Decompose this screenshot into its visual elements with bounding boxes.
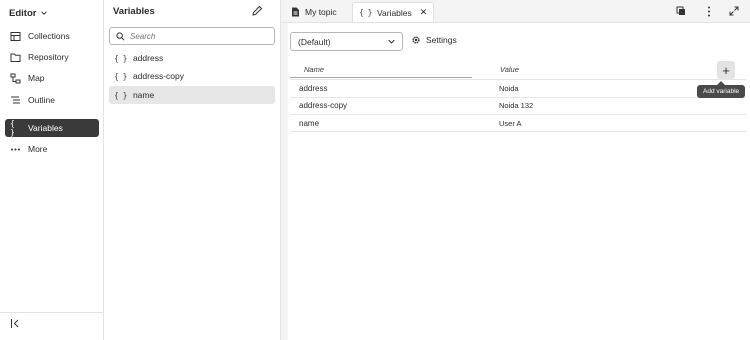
chevron-down-icon [41,11,48,15]
expand-icon[interactable] [727,4,741,18]
column-header-name[interactable]: Name [304,65,324,74]
variable-list-item-selected[interactable]: { } name [109,86,275,104]
select-value: (Default) [298,36,331,47]
more-options-icon[interactable] [702,4,716,18]
left-navigation: Editor Collections Repository Map Outlin… [0,0,104,340]
search-box[interactable] [109,27,275,45]
panel-title: Variables [113,6,155,17]
plus-icon: + [722,62,730,78]
map-icon [10,73,21,84]
settings-button[interactable]: Settings [411,35,457,45]
editor-area: My topic { } Variables ✕ (Default) Setti… [281,0,750,340]
settings-label: Settings [426,35,457,45]
cell-value: Noida 132 [499,101,534,110]
tab-variables[interactable]: { } Variables ✕ [352,2,435,22]
cell-value: User A [499,119,522,128]
add-variable-tooltip: Add variable [697,81,746,98]
tab-bar: My topic { } Variables ✕ [281,0,750,23]
column-header-value[interactable]: Value [500,65,519,74]
nav-item-map[interactable]: Map [5,69,99,87]
tab-label: Variables [376,7,412,18]
variable-list-item[interactable]: { } address [109,49,275,67]
close-icon[interactable]: ✕ [420,7,428,18]
tab-my-topic[interactable]: My topic [285,2,343,22]
nav-item-collections[interactable]: Collections [5,27,99,45]
document-icon [292,7,299,17]
search-input[interactable] [130,31,260,41]
variables-panel: Variables { } address { } address-copy {… [104,0,281,340]
divider [290,131,746,132]
variable-name: name [132,90,155,100]
split-view-icon[interactable] [674,4,688,18]
editor-dropdown[interactable]: Editor [9,6,48,20]
variable-name: address [132,53,164,63]
braces-icon: { } [114,53,127,63]
table-row[interactable]: address Noida [290,80,746,97]
editor-label: Editor [9,7,37,19]
repository-icon [10,52,21,63]
cell-name: address [299,84,328,93]
variable-name: address-copy [132,71,184,81]
more-icon [10,144,21,155]
braces-icon: { } [114,71,127,81]
edit-pencil-icon[interactable] [251,5,263,17]
nav-item-outline[interactable]: Outline [5,91,99,109]
nav-label: Collections [28,31,70,41]
chevron-down-icon [388,39,395,44]
nav-item-repository[interactable]: Repository [5,48,99,66]
divider [0,312,103,313]
add-variable-button[interactable]: + [717,61,735,79]
variable-list-item[interactable]: { } address-copy [109,67,275,85]
variables-icon: { } [10,119,15,137]
nav-label: More [28,144,48,154]
nav-label: Map [28,73,45,83]
nav-item-variables[interactable]: { } Variables [5,119,99,137]
search-icon [116,31,125,40]
cell-name: name [299,119,320,128]
table-row[interactable]: address-copy Noida 132 [290,97,746,114]
nav-label: Repository [28,52,69,62]
cell-name: address-copy [299,101,348,110]
cell-value: Noida [499,84,519,93]
outline-icon [10,95,21,106]
braces-icon: { } [359,8,372,17]
collapse-panel-icon[interactable] [10,318,21,329]
tab-label: My topic [305,7,337,17]
variables-content: (Default) Settings Name Value address No… [288,23,750,340]
table-row[interactable]: name User A [290,115,746,132]
braces-icon: { } [114,90,127,100]
variable-set-select[interactable]: (Default) [290,32,403,51]
sort-indicator-underline [290,77,472,78]
gear-icon [412,36,420,44]
nav-item-more[interactable]: More [5,140,99,158]
collections-icon [10,31,21,42]
nav-label: Variables [28,123,63,133]
nav-label: Outline [28,95,55,105]
